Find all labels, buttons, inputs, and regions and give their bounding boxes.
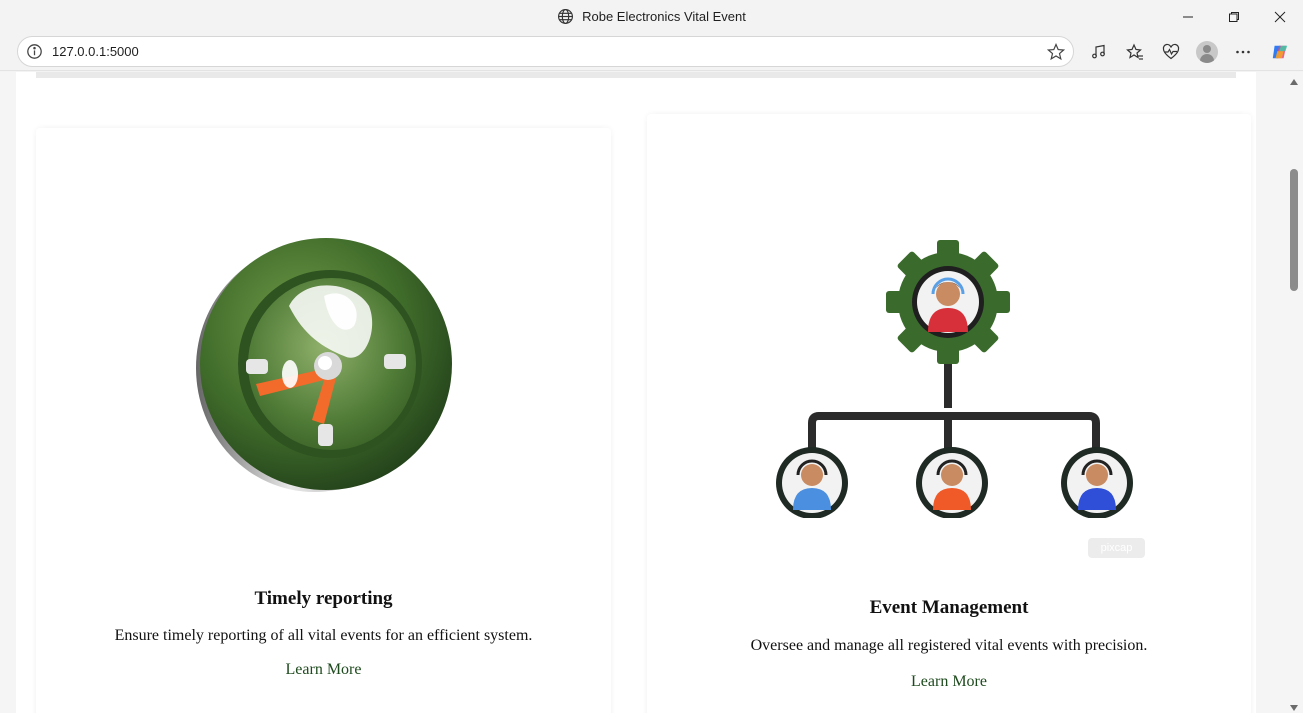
card-description: Oversee and manage all registered vital … [750, 637, 1148, 654]
more-menu-icon [1236, 50, 1250, 54]
restore-icon [1229, 11, 1239, 22]
favorites-button[interactable] [1124, 41, 1146, 63]
feature-card-timely-reporting: Timely reporting Ensure timely reporting… [36, 128, 611, 713]
copilot-button[interactable] [1269, 41, 1291, 63]
scroll-thumb[interactable] [1290, 169, 1298, 291]
favorite-star-icon[interactable] [1047, 43, 1065, 61]
favorites-icon [1126, 43, 1143, 60]
watermark-text: pixcap [1100, 542, 1133, 554]
close-window-button[interactable] [1257, 0, 1303, 33]
media-control-button[interactable] [1088, 41, 1110, 63]
page-content: Timely reporting Ensure timely reporting… [16, 72, 1256, 713]
address-bar[interactable]: 127.0.0.1:5000 [17, 36, 1074, 67]
learn-more-link[interactable]: Learn More [36, 661, 611, 679]
card-description: Ensure timely reporting of all vital eve… [114, 627, 533, 644]
section-divider [36, 72, 1236, 78]
clock-icon [196, 238, 452, 492]
page-viewport: Timely reporting Ensure timely reporting… [0, 72, 1285, 713]
scroll-up-arrow-icon[interactable] [1289, 78, 1299, 86]
site-info-icon[interactable] [26, 43, 43, 60]
minimize-button[interactable] [1165, 0, 1211, 33]
feature-card-event-management: pixcap Event Management Oversee and mana… [647, 114, 1251, 713]
card-title: Timely reporting [254, 588, 393, 609]
window-title-area: Robe Electronics Vital Event [0, 0, 1303, 33]
browser-toolbar: 127.0.0.1:5000 [0, 33, 1303, 71]
copilot-icon [1272, 45, 1288, 59]
window-titlebar: Robe Electronics Vital Event [0, 0, 1303, 33]
close-icon [1274, 11, 1286, 22]
card-title: Event Management [869, 597, 1029, 618]
more-menu-button[interactable] [1232, 41, 1254, 63]
browser-essentials-icon [1162, 43, 1180, 60]
url-text[interactable]: 127.0.0.1:5000 [52, 44, 139, 59]
restore-button[interactable] [1211, 0, 1257, 33]
minimize-icon [1183, 16, 1193, 17]
vertical-scrollbar[interactable] [1285, 72, 1303, 713]
window-title: Robe Electronics Vital Event [582, 9, 746, 24]
learn-more-link[interactable]: Learn More [647, 673, 1251, 691]
browser-essentials-button[interactable] [1160, 41, 1182, 63]
team-hierarchy-icon [776, 240, 1133, 518]
scroll-down-arrow-icon[interactable] [1289, 704, 1299, 712]
media-control-icon [1092, 44, 1105, 59]
pixcap-watermark: pixcap [1088, 538, 1145, 558]
profile-avatar[interactable] [1196, 41, 1218, 63]
globe-icon [558, 9, 574, 24]
